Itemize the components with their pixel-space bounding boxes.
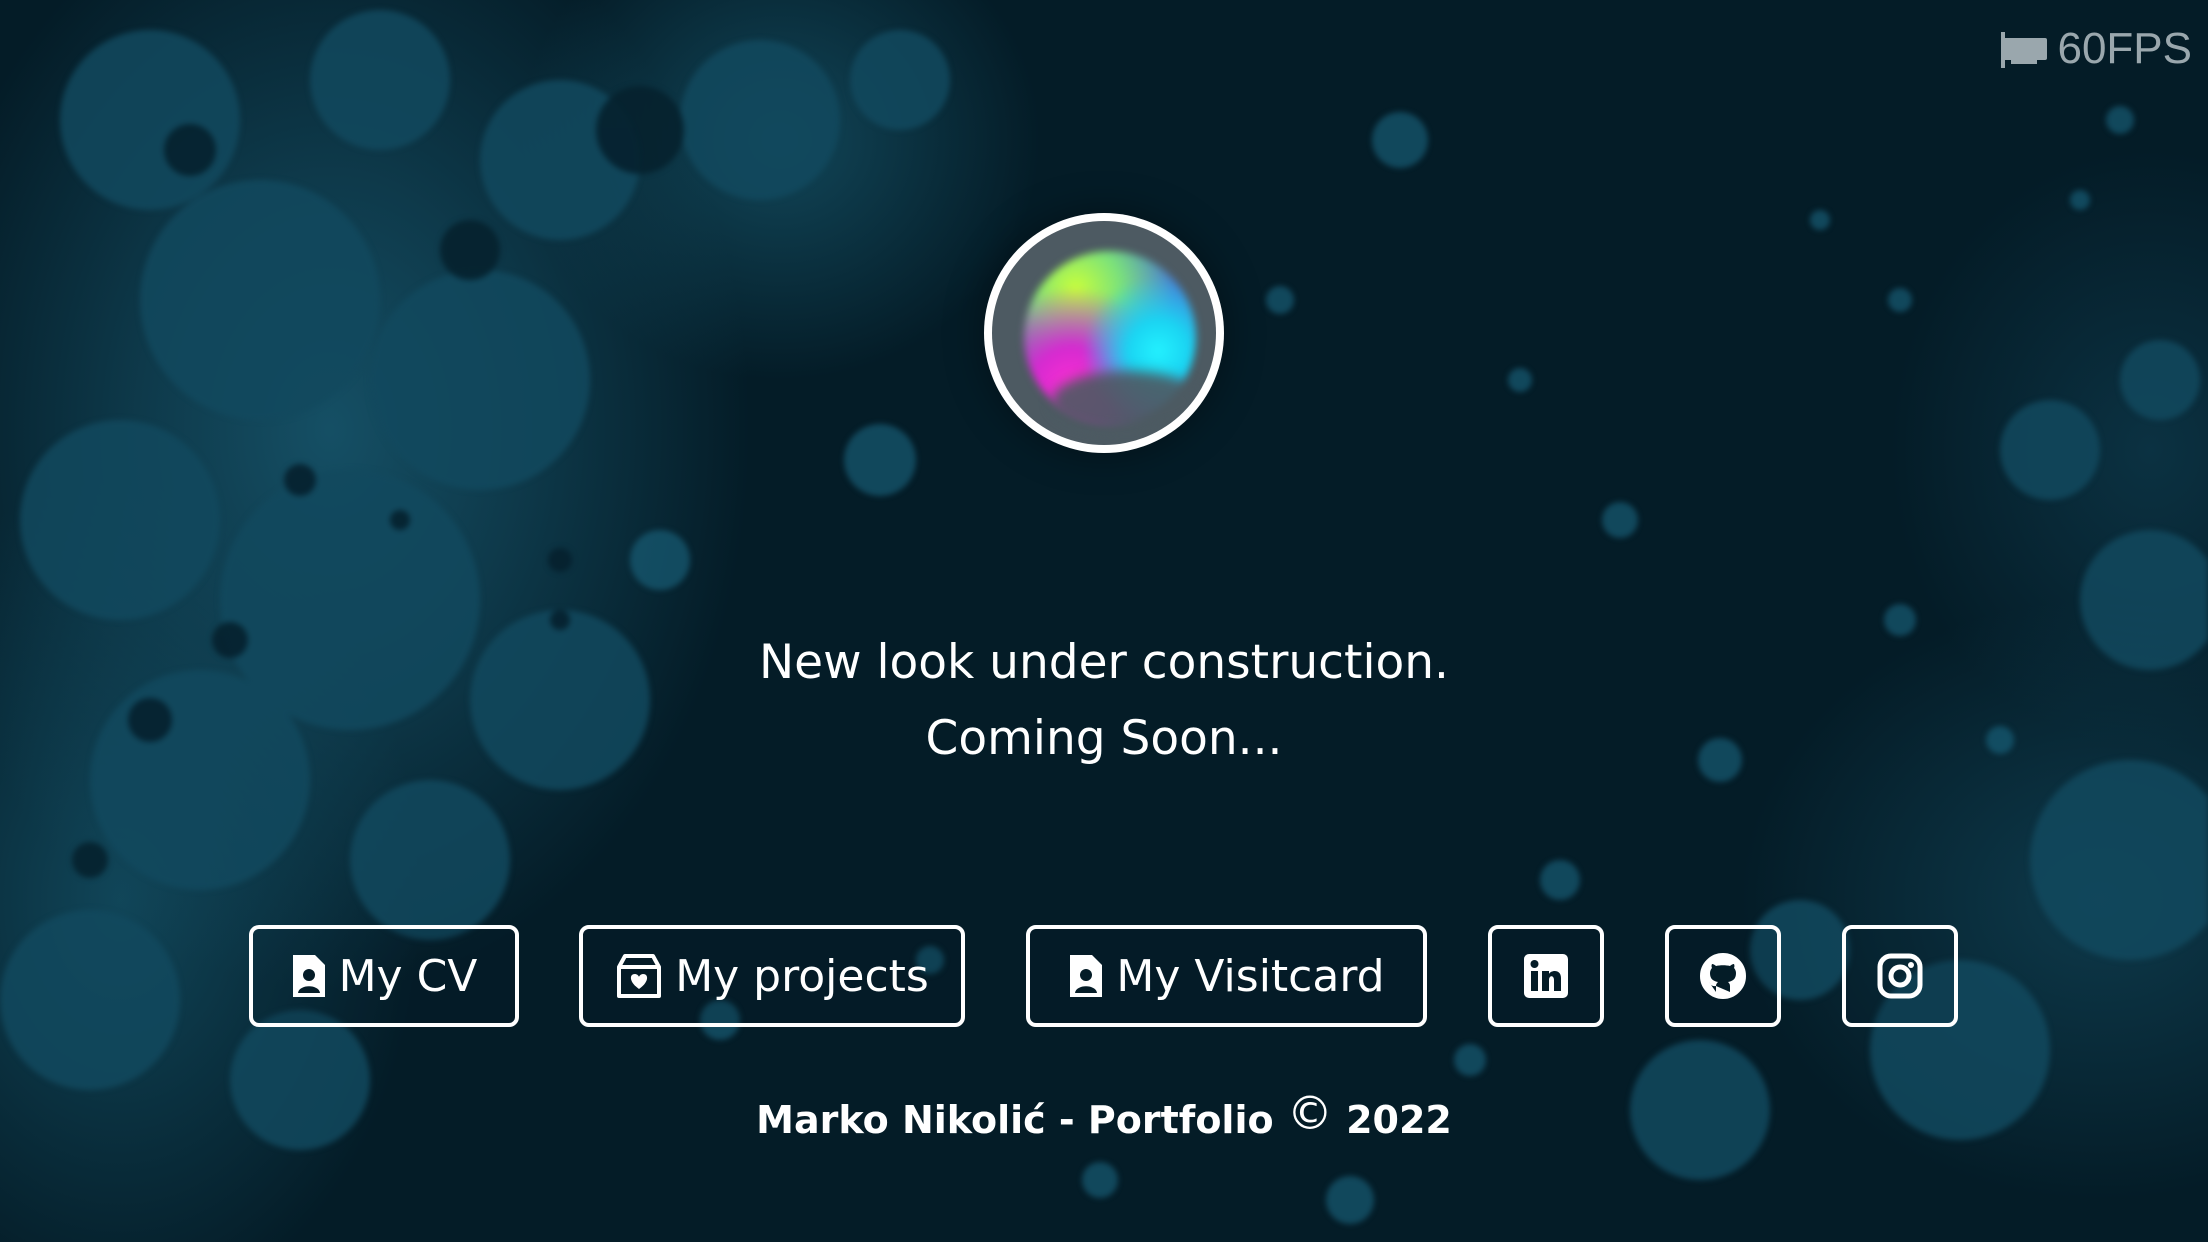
footer-name: Marko Nikolić - Portfolio bbox=[756, 1098, 1274, 1142]
avatar-frame bbox=[992, 221, 1216, 445]
my-projects-label: My projects bbox=[675, 950, 929, 1002]
linkedin-icon bbox=[1524, 954, 1568, 998]
my-cv-label: My CV bbox=[338, 950, 478, 1002]
construction-message: New look under construction. Coming Soon… bbox=[0, 625, 2208, 777]
github-icon bbox=[1700, 953, 1746, 999]
gpu-card-icon bbox=[2001, 32, 2048, 68]
page-background: 60FPS New look under construction. Comin… bbox=[0, 0, 2208, 1242]
linkedin-button[interactable] bbox=[1488, 925, 1604, 1027]
github-button[interactable] bbox=[1665, 925, 1781, 1027]
footer: Marko Nikolić - Portfolio © 2022 bbox=[0, 1086, 2208, 1144]
document-person-icon bbox=[292, 955, 325, 997]
my-visitcard-button[interactable]: My Visitcard bbox=[1026, 925, 1427, 1027]
fps-label: 60FPS bbox=[2057, 24, 2192, 73]
my-cv-button[interactable]: My CV bbox=[249, 925, 519, 1027]
fps-counter: 60FPS bbox=[1999, 24, 2192, 74]
instagram-icon bbox=[1877, 953, 1923, 999]
copyright-symbol: © bbox=[1286, 1086, 1333, 1140]
orb-shadow bbox=[1052, 371, 1202, 431]
instagram-button[interactable] bbox=[1842, 925, 1958, 1027]
document-person-icon bbox=[1070, 955, 1103, 997]
my-visitcard-label: My Visitcard bbox=[1116, 950, 1385, 1002]
footer-year: 2022 bbox=[1346, 1098, 1452, 1142]
message-line-1: New look under construction. bbox=[759, 635, 1449, 690]
message-line-2: Coming Soon... bbox=[925, 711, 1283, 766]
avatar bbox=[984, 213, 1224, 453]
my-projects-button[interactable]: My projects bbox=[579, 925, 965, 1027]
box-heart-icon bbox=[617, 954, 662, 998]
animated-blob-background bbox=[0, 10, 2208, 1224]
